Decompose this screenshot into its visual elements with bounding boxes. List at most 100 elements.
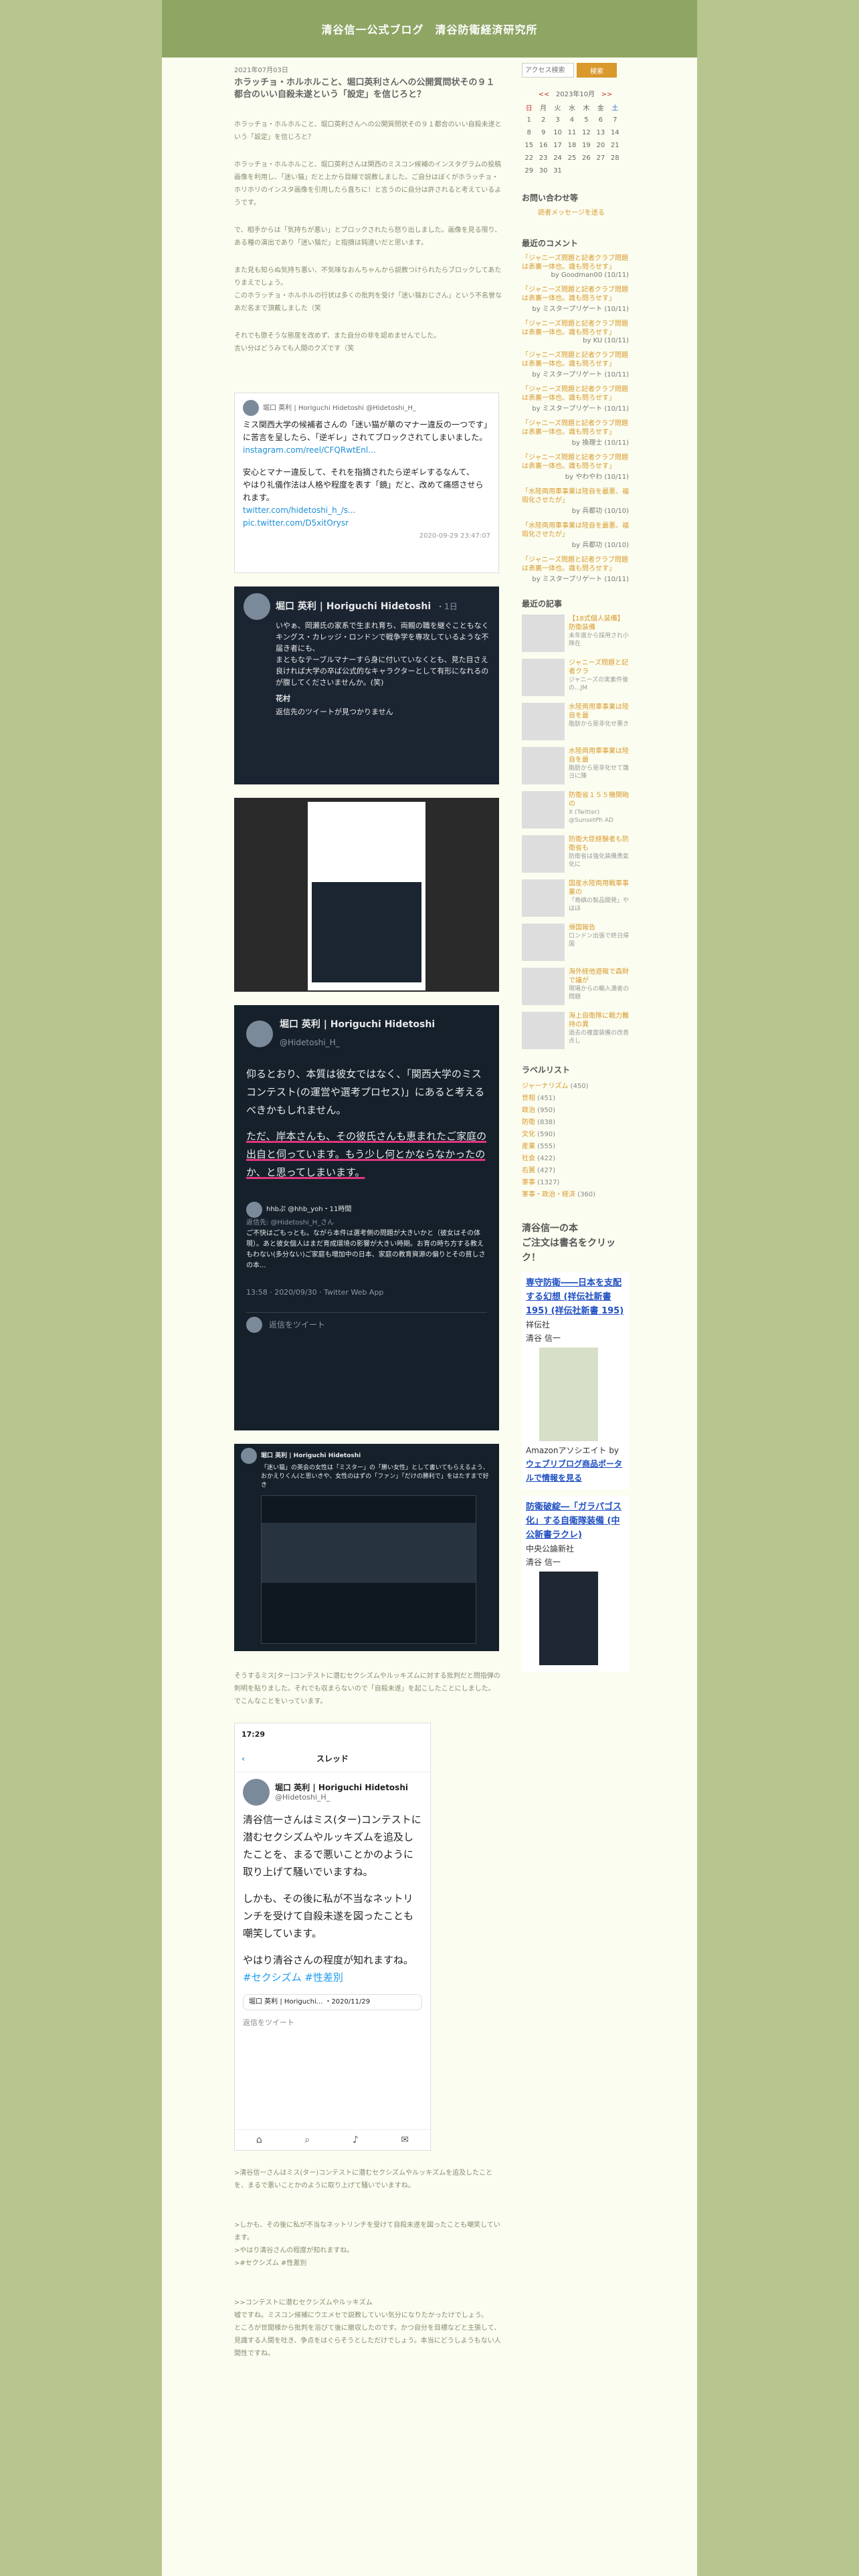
label-name[interactable]: 軍事 — [522, 1179, 535, 1186]
comment-post-link[interactable]: 「ジャニーズ問題と記者クラブ問題は表裏一体也。識も問ろせす」 — [522, 254, 629, 272]
article-item[interactable]: 【18式個人装備】防衛装備 未年度から採用され小隊在 — [522, 615, 629, 652]
article-thumbnail[interactable] — [522, 968, 565, 1005]
tweet-link[interactable]: pic.twitter.com/D5xitOrysr — [243, 517, 490, 530]
label-item[interactable]: 世相 (451) — [522, 1093, 629, 1105]
article-title[interactable]: 防衛大臣経験者も防衛省も — [569, 835, 629, 853]
article-thumbnail[interactable] — [522, 703, 565, 740]
calendar-day[interactable]: 24 — [551, 152, 565, 165]
article-thumbnail[interactable] — [522, 791, 565, 829]
search-input[interactable] — [522, 63, 574, 78]
calendar-day[interactable]: 8 — [522, 126, 536, 139]
article-item[interactable]: 水陸両用車事業は陸自を最 脂肪から是非化せて雛ヨに陳 — [522, 747, 629, 784]
article-thumbnail[interactable] — [522, 924, 565, 961]
label-item[interactable]: 産業 (555) — [522, 1141, 629, 1153]
label-name[interactable]: 政治 — [522, 1107, 535, 1114]
calendar-day[interactable]: 19 — [579, 139, 593, 152]
label-item[interactable]: 防衛 (838) — [522, 1117, 629, 1129]
calendar-day[interactable]: 31 — [551, 165, 565, 177]
calendar-day[interactable]: 13 — [593, 126, 607, 139]
article-item[interactable]: 海上自衛隊に戦力難持の異 過去の複面装備の改善点し — [522, 1012, 629, 1049]
article-title[interactable]: 国産水陸両用戦車事業の — [569, 879, 629, 897]
comment-post-link[interactable]: 「ジャニーズ問題と記者クラブ問題は表裏一体也。識も問ろせす」 — [522, 556, 629, 573]
calendar-day[interactable]: 12 — [579, 126, 593, 139]
comment-post-link[interactable]: 「ジャニーズ問題と記者クラブ問題は表裏一体也。識も問ろせす」 — [522, 351, 629, 368]
tweet-link[interactable]: twitter.com/hidetoshi_h_/s... — [243, 504, 490, 517]
site-title[interactable]: 清谷信一公式ブログ 清谷防衛経済研究所 — [321, 21, 537, 37]
contact-link[interactable]: 読者メッセージを送る — [522, 209, 629, 217]
label-name[interactable]: 防衛 — [522, 1119, 535, 1126]
article-title[interactable]: 【18式個人装備】防衛装備 — [569, 615, 629, 632]
calendar-day[interactable]: 30 — [536, 165, 550, 177]
search-button[interactable]: 検索 — [577, 63, 617, 78]
calendar-day[interactable]: 18 — [565, 139, 579, 152]
comment-post-link[interactable]: 「ジャニーズ問題と記者クラブ問題は表裏一体也。識も問ろせす」 — [522, 419, 629, 437]
article-item[interactable]: 帰国報告 ロンドン出張で終日帰国 — [522, 924, 629, 961]
calendar-day[interactable]: 17 — [551, 139, 565, 152]
search-icon[interactable]: ⌕ — [304, 2131, 310, 2149]
article-item[interactable]: 防衛大臣経験者も防衛省も 防衛省は強化装備勇氣化に — [522, 835, 629, 873]
label-name[interactable]: 世相 — [522, 1095, 535, 1102]
calendar-day[interactable]: 27 — [593, 152, 607, 165]
comment-post-link[interactable]: 「ジャニーズ問題と記者クラブ問題は表裏一体也。識も問ろせす」 — [522, 385, 629, 403]
comment-post-link[interactable]: 「ジャニーズ問題と記者クラブ問題は表裏一体也。識も問ろせす」 — [522, 453, 629, 471]
label-item[interactable]: 政治 (950) — [522, 1105, 629, 1117]
calendar-next[interactable]: >> — [601, 91, 613, 98]
comment-post-link[interactable]: 「水陸両用車事業は陸自を最悪、福瑕化させたが」 — [522, 522, 629, 539]
post-title[interactable]: ホラッチョ・ホルホルこと、堀口英利さんへの公開質問状その９１都合のいい自殺未遂と… — [234, 77, 502, 101]
calendar-day[interactable]: 26 — [579, 152, 593, 165]
label-item[interactable]: 軍事 (1327) — [522, 1177, 629, 1189]
label-item[interactable]: ジャーナリズム (450) — [522, 1081, 629, 1093]
label-name[interactable]: 産業 — [522, 1143, 535, 1150]
label-item[interactable]: 文化 (590) — [522, 1129, 629, 1141]
article-item[interactable]: ジャニーズ問題と記者クラ ジャニーズの実素件後の...JM — [522, 659, 629, 696]
calendar-day[interactable]: 3 — [551, 114, 565, 126]
calendar-day[interactable]: 28 — [608, 152, 622, 165]
book-cover-image[interactable] — [539, 1348, 598, 1441]
article-title[interactable]: 帰国報告 — [569, 924, 629, 932]
home-icon[interactable]: ⌂ — [256, 2131, 262, 2149]
calendar-day[interactable]: 1 — [522, 114, 536, 126]
label-item[interactable]: 右翼 (427) — [522, 1165, 629, 1177]
calendar-day[interactable]: 25 — [565, 152, 579, 165]
label-name[interactable]: 右翼 — [522, 1167, 535, 1174]
label-name[interactable]: 社会 — [522, 1155, 535, 1162]
article-title[interactable]: 水陸両用車事業は陸自を最 — [569, 703, 629, 720]
article-title[interactable]: 水陸両用車事業は陸自を最 — [569, 747, 629, 764]
article-thumbnail[interactable] — [522, 879, 565, 917]
label-item[interactable]: 軍事・政治・経済 (360) — [522, 1189, 629, 1201]
tweet-link[interactable]: instagram.com/reel/CFQRwtEnl... — [243, 444, 490, 457]
article-thumbnail[interactable] — [522, 835, 565, 873]
article-item[interactable]: 防衛省１５５機関砲の X (Twitter) @SunsetPh AD — [522, 791, 629, 829]
comment-post-link[interactable]: 「ジャニーズ問題と記者クラブ問題は表裏一体也。識も問ろせす」 — [522, 320, 629, 337]
article-thumbnail[interactable] — [522, 747, 565, 784]
article-title[interactable]: 海外経他遊報で森財で議が — [569, 968, 629, 985]
calendar-day[interactable]: 7 — [608, 114, 622, 126]
bell-icon[interactable]: ♪ — [353, 2131, 359, 2149]
article-title[interactable]: 防衛省１５５機関砲の — [569, 791, 629, 809]
label-item[interactable]: 社会 (422) — [522, 1153, 629, 1165]
comment-post-link[interactable]: 「水陸両用車事業は陸自を最悪、福瑕化させたが」 — [522, 488, 629, 505]
book-title-link[interactable]: 防衛破綻―「ガラパゴス化」する自衛隊装備 (中公新書ラクレ) — [526, 1500, 625, 1542]
calendar-day[interactable]: 21 — [608, 139, 622, 152]
embedded-tweet[interactable]: 堀口 英利 | Horiguchi Hidetoshi @Hidetoshi_H… — [234, 393, 499, 573]
calendar-day[interactable]: 10 — [551, 126, 565, 139]
mail-icon[interactable]: ✉ — [401, 2131, 409, 2149]
calendar-day[interactable]: 22 — [522, 152, 536, 165]
reply-input[interactable]: 返信をツイート — [269, 1316, 325, 1334]
article-thumbnail[interactable] — [522, 615, 565, 652]
article-item[interactable]: 国産水陸両用戦車事業の 「島嶼の製品開発」やはほ — [522, 879, 629, 917]
label-name[interactable]: 軍事・政治・経済 — [522, 1191, 575, 1198]
comment-post-link[interactable]: 「ジャニーズ問題と記者クラブ問題は表裏一体也。識も問ろせす」 — [522, 286, 629, 303]
back-chevron-icon[interactable]: ‹ — [242, 1750, 245, 1767]
calendar-day[interactable]: 14 — [608, 126, 622, 139]
calendar-day[interactable]: 20 — [593, 139, 607, 152]
hashtags[interactable]: #セクシズム #性差別 — [243, 1969, 422, 1986]
calendar-day[interactable]: 29 — [522, 165, 536, 177]
calendar-day[interactable]: 23 — [536, 152, 550, 165]
book-title-link[interactable]: 専守防衛――日本を支配する幻想 (祥伝社新書195) (祥伝社新書 195) — [526, 1276, 625, 1318]
reply-input[interactable]: 返信をツイート — [243, 2014, 422, 2032]
label-name[interactable]: 文化 — [522, 1131, 535, 1138]
article-thumbnail[interactable] — [522, 1012, 565, 1049]
calendar-day[interactable]: 9 — [536, 126, 550, 139]
calendar-day[interactable]: 6 — [593, 114, 607, 126]
